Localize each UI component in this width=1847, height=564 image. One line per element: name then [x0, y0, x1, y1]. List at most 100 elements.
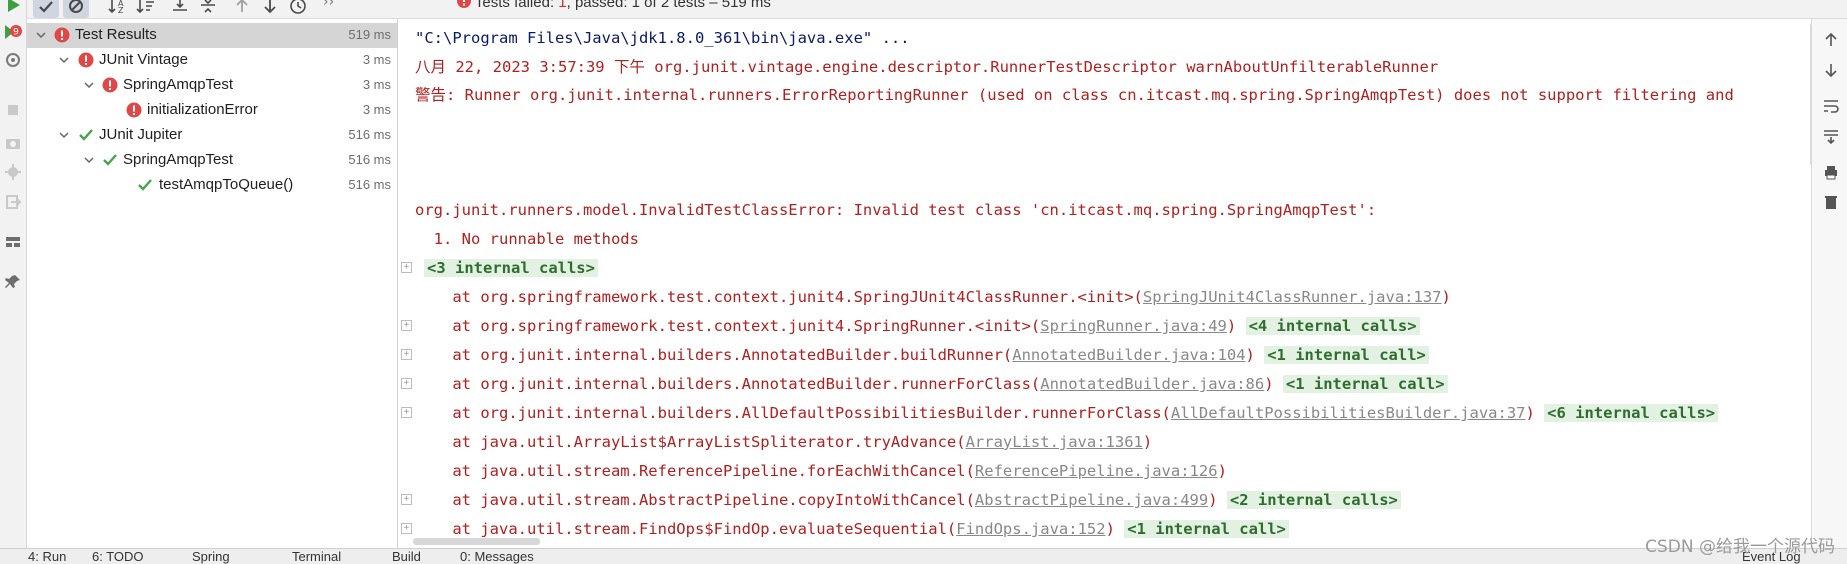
fold-toggle-icon[interactable]: +: [401, 494, 412, 505]
failed-status-icon: [78, 52, 94, 68]
layout-icon[interactable]: [3, 232, 23, 252]
frame-source-link[interactable]: FindOps.java:152: [956, 520, 1105, 538]
scroll-to-end-icon[interactable]: [1822, 127, 1840, 145]
sort-alpha-button[interactable]: AZ: [105, 0, 131, 18]
sort-alpha-icon: AZ: [108, 0, 124, 15]
internal-calls-label[interactable]: <4 internal calls>: [1245, 317, 1420, 335]
tree-row-springamqptest-jupiter[interactable]: SpringAmqpTest 516 ms: [27, 148, 397, 173]
tab-spring[interactable]: Spring: [192, 549, 230, 564]
internal-calls-label[interactable]: <1 internal call>: [1124, 520, 1289, 538]
coverage-icon[interactable]: [3, 162, 23, 182]
passed-count: 1: [631, 0, 641, 11]
previous-failed-button[interactable]: [229, 0, 255, 18]
internal-calls-label[interactable]: <1 internal call>: [1264, 346, 1429, 364]
frame-source-link[interactable]: SpringRunner.java:49: [1040, 317, 1227, 335]
tree-duration: 3 ms: [362, 52, 391, 67]
arrow-up-icon[interactable]: [1822, 31, 1840, 49]
check-icon: [39, 1, 53, 13]
print-icon[interactable]: [1822, 163, 1840, 181]
trash-icon[interactable]: [1822, 193, 1840, 211]
tree-duration: 516 ms: [348, 177, 391, 192]
camera-icon[interactable]: [3, 133, 23, 153]
arrow-down-icon: [264, 0, 276, 14]
chevron-down-icon[interactable]: [58, 129, 70, 141]
frame-source-link[interactable]: ReferencePipeline.java:126: [975, 462, 1218, 480]
chevron-down-icon[interactable]: [83, 79, 95, 91]
tree-duration: 3 ms: [362, 77, 391, 92]
test-history-button[interactable]: [285, 0, 311, 18]
tree-row-test-amqp-to-queue[interactable]: testAmqpToQueue() 516 ms: [27, 173, 397, 198]
tree-row-junit-jupiter[interactable]: JUnit Jupiter 516 ms: [27, 123, 397, 148]
rerun-failed-icon[interactable]: 9: [3, 22, 23, 42]
stack-frame: at java.util.ArrayList$ArrayListSplitera…: [415, 431, 1152, 453]
svg-text:9: 9: [13, 28, 19, 38]
fold-toggle-icon[interactable]: +: [401, 378, 412, 389]
arrow-down-icon[interactable]: [1822, 61, 1840, 79]
console-warning-line: 八月 22, 2023 3:57:39 下午 org.junit.vintage…: [415, 58, 1439, 76]
frame-text: at org.junit.internal.builders.Annotated…: [415, 346, 1013, 364]
frame-text: at java.util.ArrayList$ArrayListSplitera…: [415, 433, 966, 451]
tab-messages[interactable]: 0: Messages: [460, 549, 534, 564]
exit-icon[interactable]: [3, 192, 23, 212]
chevron-down-icon[interactable]: [58, 54, 70, 66]
frame-text: at java.util.stream.AbstractPipeline.cop…: [415, 491, 975, 509]
frame-text: at org.junit.internal.builders.AllDefaul…: [415, 404, 1171, 422]
expand-all-button[interactable]: [167, 0, 193, 18]
frame-close: ): [1441, 288, 1451, 306]
frame-source-link[interactable]: ArrayList.java:1361: [966, 433, 1143, 451]
frame-source-link[interactable]: AnnotatedBuilder.java:104: [1012, 346, 1245, 364]
fold-toggle-icon[interactable]: +: [401, 523, 412, 534]
internal-calls-label[interactable]: <3 internal calls>: [424, 259, 598, 277]
frame-source-link[interactable]: AllDefaultPossibilitiesBuilder.java:37: [1171, 404, 1526, 422]
tree-label: Test Results: [75, 26, 157, 43]
test-status-summary: Tests failed: 1, passed: 1 of 2 tests – …: [457, 0, 771, 11]
pin-icon[interactable]: [3, 272, 23, 292]
console-command-line: "C:\Program Files\Java\jdk1.8.0_361\bin\…: [415, 29, 910, 47]
tree-row-springamqptest-vintage[interactable]: SpringAmqpTest 3 ms: [27, 73, 397, 98]
sort-duration-button[interactable]: [133, 0, 159, 18]
fold-toggle-icon[interactable]: +: [401, 407, 412, 418]
internal-calls-label[interactable]: <6 internal calls>: [1544, 404, 1719, 422]
soft-wrap-icon[interactable]: [1822, 97, 1840, 115]
frame-close: ): [1226, 317, 1237, 335]
console-output[interactable]: "C:\Program Files\Java\jdk1.8.0_361\bin\…: [398, 19, 1810, 548]
stop-icon[interactable]: [3, 100, 23, 120]
collapse-all-button[interactable]: [195, 0, 221, 18]
frame-source-link[interactable]: AbstractPipeline.java:499: [975, 491, 1208, 509]
console-horizontal-scrollbar[interactable]: [413, 538, 540, 545]
passed-check-icon: [103, 154, 117, 166]
passed-check-icon: [79, 129, 93, 141]
show-passed-button[interactable]: [33, 0, 59, 18]
fold-toggle-icon[interactable]: +: [401, 320, 412, 331]
tab-todo[interactable]: 6: TODO: [92, 549, 144, 564]
fold-toggle-icon[interactable]: +: [401, 349, 412, 360]
internal-calls-label[interactable]: <2 internal calls>: [1226, 491, 1401, 509]
toggle-auto-test-icon[interactable]: [3, 50, 23, 70]
frame-text: at org.springframework.test.context.juni…: [415, 288, 1143, 306]
tree-row-initialization-error[interactable]: initializationError 3 ms: [27, 98, 397, 123]
tree-row-junit-vintage[interactable]: JUnit Vintage 3 ms: [27, 48, 397, 73]
show-ignored-button[interactable]: [63, 0, 89, 18]
console-internal-calls[interactable]: <3 internal calls>: [424, 257, 598, 279]
tab-run[interactable]: 4: Run: [28, 549, 66, 564]
frame-source-link[interactable]: AnnotatedBuilder.java:86: [1040, 375, 1264, 393]
internal-calls-label[interactable]: <1 internal call>: [1282, 375, 1448, 393]
fold-toggle-icon[interactable]: +: [401, 262, 412, 273]
tab-build[interactable]: Build: [392, 549, 421, 564]
tree-row-test-results[interactable]: Test Results 519 ms: [27, 23, 397, 48]
passed-check-icon: [138, 179, 152, 191]
chevron-down-icon[interactable]: [35, 29, 47, 41]
frame-text: at org.junit.internal.builders.Annotated…: [415, 375, 1041, 393]
frame-text: at java.util.stream.ReferencePipeline.fo…: [415, 462, 975, 480]
sort-duration-icon: [136, 0, 154, 14]
bottom-tool-bar: 4: Run 6: TODO Spring Terminal Build 0: …: [0, 548, 1847, 564]
chevron-down-icon[interactable]: [83, 154, 95, 166]
tab-terminal[interactable]: Terminal: [292, 549, 341, 564]
rerun-icon[interactable]: [3, 0, 23, 15]
next-failed-button[interactable]: [257, 0, 283, 18]
frame-source-link[interactable]: SpringJUnit4ClassRunner.java:137: [1143, 288, 1442, 306]
left-toolbar: 9: [0, 0, 27, 548]
stack-frame: at org.junit.internal.builders.Annotated…: [415, 344, 1429, 366]
frame-close: ): [1264, 375, 1274, 393]
more-chevron-icon[interactable]: ››: [323, 0, 334, 10]
